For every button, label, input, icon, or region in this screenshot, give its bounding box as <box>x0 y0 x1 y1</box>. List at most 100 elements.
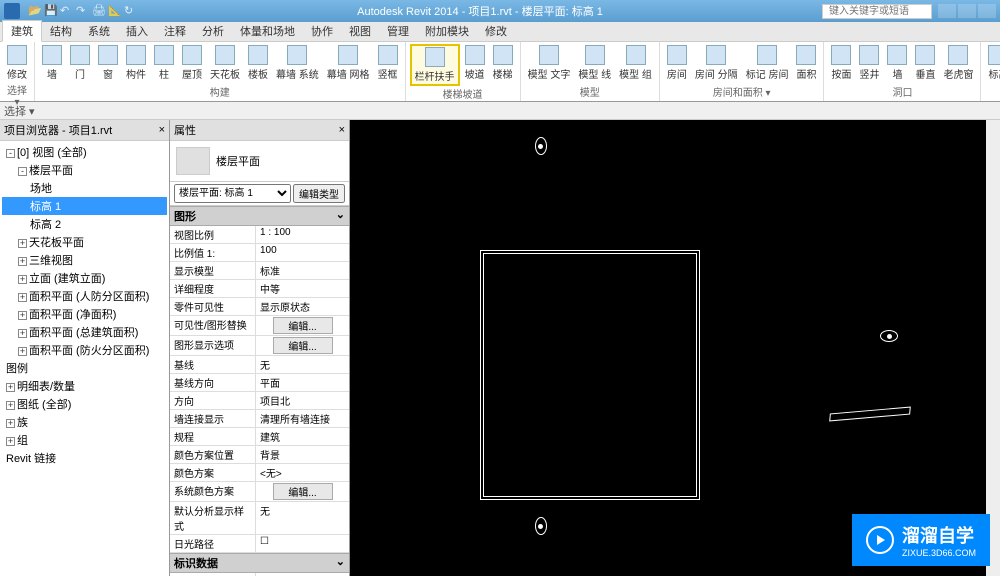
qat-open-icon[interactable]: 📂 <box>28 4 42 18</box>
expand-icon[interactable]: + <box>18 239 27 248</box>
ribbon-btn-1-4[interactable]: 柱 <box>151 44 177 82</box>
tree-item-1[interactable]: -楼层平面 <box>2 161 167 179</box>
canvas-scrollbar[interactable] <box>986 120 1000 576</box>
ribbon-btn-0-0[interactable]: 修改 <box>4 44 30 82</box>
ribbon-tab-0[interactable]: 建筑 <box>2 20 42 42</box>
prop-value[interactable]: 1 : 100 <box>256 226 349 243</box>
prop-value[interactable]: 无 <box>256 502 349 534</box>
ribbon-btn-1-1[interactable]: 门 <box>67 44 93 82</box>
expand-icon[interactable]: - <box>18 167 27 176</box>
close-button[interactable] <box>978 4 996 18</box>
prop-value[interactable]: 平面 <box>256 374 349 391</box>
prop-value[interactable]: 显示原状态 <box>256 298 349 315</box>
prop-value[interactable]: 编辑... <box>256 336 349 355</box>
qat-measure-icon[interactable]: 📐 <box>108 4 122 18</box>
ribbon-btn-1-7[interactable]: 楼板 <box>245 44 271 82</box>
ribbon-tab-1[interactable]: 结构 <box>42 21 80 41</box>
expand-icon[interactable]: + <box>6 383 15 392</box>
ribbon-btn-1-3[interactable]: 构件 <box>123 44 149 82</box>
tree-item-9[interactable]: +面积平面 (净面积) <box>2 305 167 323</box>
ribbon-tab-4[interactable]: 注释 <box>156 21 194 41</box>
ribbon-btn-4-1[interactable]: 房间 分隔 <box>692 44 741 82</box>
expand-icon[interactable]: - <box>6 149 15 158</box>
tree-item-8[interactable]: +面积平面 (人防分区面积) <box>2 287 167 305</box>
qat-print-icon[interactable]: 🖨 <box>92 4 106 18</box>
ribbon-btn-1-5[interactable]: 屋顶 <box>179 44 205 82</box>
expand-icon[interactable]: + <box>6 437 15 446</box>
instance-selector[interactable]: 楼层平面: 标高 1 <box>174 184 291 203</box>
ribbon-btn-4-2[interactable]: 标记 房间 <box>743 44 792 82</box>
ribbon-tab-9[interactable]: 管理 <box>379 21 417 41</box>
ribbon-btn-1-0[interactable]: 墙 <box>39 44 65 82</box>
prop-edit-button[interactable]: 编辑... <box>273 483 333 500</box>
prop-edit-button[interactable]: 编辑... <box>273 337 333 354</box>
ribbon-btn-5-1[interactable]: 竖井 <box>856 44 882 82</box>
ribbon-btn-3-1[interactable]: 模型 线 <box>575 44 614 82</box>
ribbon-tab-6[interactable]: 体量和场地 <box>232 21 303 41</box>
prop-value[interactable]: 中等 <box>256 280 349 297</box>
tree-item-15[interactable]: +族 <box>2 413 167 431</box>
tree-item-5[interactable]: +天花板平面 <box>2 233 167 251</box>
maximize-button[interactable] <box>958 4 976 18</box>
tree-item-14[interactable]: +图纸 (全部) <box>2 395 167 413</box>
expand-icon[interactable]: + <box>18 311 27 320</box>
expand-icon[interactable]: + <box>18 293 27 302</box>
ribbon-btn-3-2[interactable]: 模型 组 <box>616 44 655 82</box>
ribbon-btn-5-2[interactable]: 墙 <box>884 44 910 82</box>
expand-icon[interactable]: + <box>18 275 27 284</box>
prop-value[interactable]: 编辑... <box>256 316 349 335</box>
ribbon-btn-5-4[interactable]: 老虎窗 <box>940 44 976 82</box>
prop-value[interactable]: <无> <box>256 464 349 481</box>
expand-icon[interactable]: + <box>6 419 15 428</box>
ribbon-btn-1-8[interactable]: 幕墙 系统 <box>273 44 322 82</box>
browser-close-icon[interactable]: × <box>159 124 165 136</box>
expand-icon[interactable]: + <box>18 347 27 356</box>
expand-icon[interactable]: + <box>18 329 27 338</box>
ribbon-btn-5-0[interactable]: 按面 <box>828 44 854 82</box>
qat-undo-icon[interactable]: ↶ <box>60 4 74 18</box>
qat-sync-icon[interactable]: ↻ <box>124 4 138 18</box>
ribbon-tab-5[interactable]: 分析 <box>194 21 232 41</box>
prop-category[interactable]: 标识数据⌄ <box>170 553 349 573</box>
ribbon-btn-2-1[interactable]: 坡道 <box>462 44 488 86</box>
prop-edit-button[interactable]: 编辑... <box>273 317 333 334</box>
tree-item-13[interactable]: +明细表/数量 <box>2 377 167 395</box>
prop-value[interactable]: 项目北 <box>256 392 349 409</box>
ribbon-btn-2-2[interactable]: 楼梯 <box>490 44 516 86</box>
tree-item-12[interactable]: 图例 <box>2 359 167 377</box>
ribbon-btn-4-0[interactable]: 房间 <box>664 44 690 82</box>
elevation-marker-east[interactable] <box>880 330 898 342</box>
prop-value[interactable]: ☐ <box>256 535 349 552</box>
prop-category[interactable]: 图形⌄ <box>170 206 349 226</box>
ribbon-btn-4-3[interactable]: 面积 <box>793 44 819 82</box>
ribbon-tab-8[interactable]: 视图 <box>341 21 379 41</box>
expand-icon[interactable]: + <box>6 401 15 410</box>
model-element[interactable] <box>829 407 911 422</box>
prop-value[interactable]: 无 <box>256 356 349 373</box>
ribbon-btn-1-2[interactable]: 窗 <box>95 44 121 82</box>
minimize-button[interactable] <box>938 4 956 18</box>
ribbon-btn-3-0[interactable]: 模型 文字 <box>525 44 574 82</box>
prop-value[interactable]: 背景 <box>256 446 349 463</box>
type-selector[interactable]: 楼层平面 <box>170 141 349 182</box>
tree-item-3[interactable]: 标高 1 <box>2 197 167 215</box>
ribbon-btn-6-0[interactable]: 标高 <box>985 44 1000 82</box>
edit-type-button[interactable]: 编辑类型 <box>293 184 345 203</box>
tree-item-6[interactable]: +三维视图 <box>2 251 167 269</box>
prop-value[interactable]: 100 <box>256 244 349 261</box>
qat-save-icon[interactable]: 💾 <box>44 4 58 18</box>
tree-item-11[interactable]: +面积平面 (防火分区面积) <box>2 341 167 359</box>
prop-value[interactable]: 标准 <box>256 262 349 279</box>
expand-icon[interactable]: + <box>18 257 27 266</box>
tree-item-17[interactable]: Revit 链接 <box>2 449 167 467</box>
ribbon-tab-11[interactable]: 修改 <box>477 21 515 41</box>
tree-item-0[interactable]: -[0] 视图 (全部) <box>2 143 167 161</box>
qat-redo-icon[interactable]: ↷ <box>76 4 90 18</box>
ribbon-btn-1-9[interactable]: 幕墙 网格 <box>324 44 373 82</box>
tree-item-7[interactable]: +立面 (建筑立面) <box>2 269 167 287</box>
prop-value[interactable]: 编辑... <box>256 482 349 501</box>
ribbon-btn-2-0[interactable]: 栏杆扶手 <box>410 44 460 86</box>
tree-item-10[interactable]: +面积平面 (总建筑面积) <box>2 323 167 341</box>
help-search-input[interactable] <box>822 4 932 19</box>
ribbon-btn-1-6[interactable]: 天花板 <box>207 44 243 82</box>
